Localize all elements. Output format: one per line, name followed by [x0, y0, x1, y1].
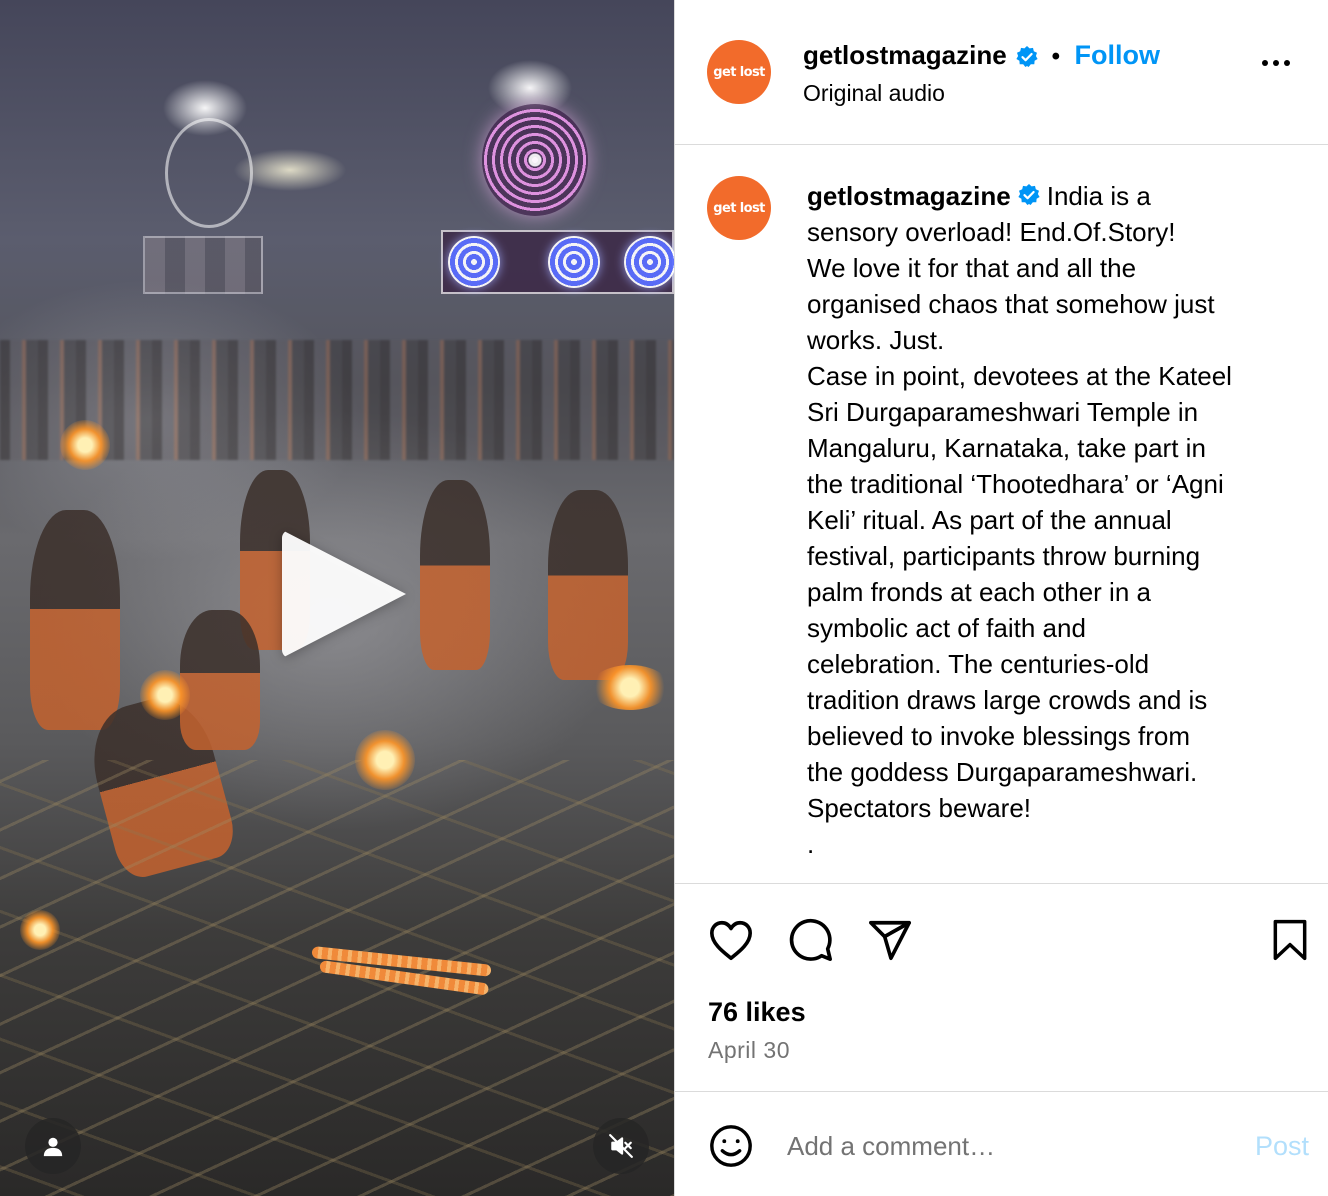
- post-header: get lost getlostmagazine • Follow Origin…: [675, 0, 1328, 145]
- caption-line: palm fronds at each other in a: [807, 577, 1151, 607]
- caption-line: Case in point, devotees at the Kateel: [807, 361, 1232, 391]
- more-options-icon[interactable]: [1262, 60, 1290, 66]
- video-person: [420, 480, 490, 670]
- avatar[interactable]: get lost: [707, 40, 771, 104]
- bookmark-icon[interactable]: [1265, 915, 1315, 965]
- video-light-panel: [143, 236, 263, 294]
- video-person: [180, 610, 260, 750]
- caption-line: organised chaos that somehow just: [807, 289, 1215, 319]
- user-tag-icon[interactable]: [25, 1118, 81, 1174]
- video-fire: [60, 420, 110, 470]
- avatar-logo-text: get lost: [713, 64, 765, 80]
- video-ground: [0, 760, 674, 1196]
- video-fire: [140, 670, 190, 720]
- verified-badge-icon: [1018, 184, 1040, 206]
- play-icon[interactable]: [282, 530, 406, 658]
- heart-icon[interactable]: [706, 915, 756, 965]
- caption-line: Spectators beware!: [807, 793, 1032, 823]
- comment-icon[interactable]: [786, 915, 836, 965]
- post-comment-button[interactable]: Post: [1255, 1131, 1309, 1162]
- caption-line: symbolic act of faith and: [807, 613, 1086, 643]
- caption-line: India is a: [1046, 181, 1151, 211]
- video-fire: [355, 730, 415, 790]
- audio-muted-icon[interactable]: [593, 1118, 649, 1174]
- emoji-icon[interactable]: [708, 1123, 754, 1174]
- caption-line: the goddess Durgaparameshwari.: [807, 757, 1198, 787]
- caption-section: get lost getlostmagazine India is a senso…: [675, 146, 1328, 884]
- avatar-logo-text: get lost: [713, 200, 765, 216]
- caption-line: tradition draws large crowds and is: [807, 685, 1208, 715]
- caption-line: sensory overload! End.Of.Story!: [807, 217, 1176, 247]
- caption-line: celebration. The centuries-old: [807, 649, 1150, 679]
- caption-line: works. Just.: [807, 325, 945, 355]
- caption-avatar[interactable]: get lost: [707, 176, 771, 240]
- caption-line: .: [807, 829, 815, 859]
- post-sidebar: get lost getlostmagazine • Follow Origin…: [675, 0, 1328, 1196]
- header-separator: •: [1051, 43, 1061, 70]
- audio-label[interactable]: Original audio: [803, 80, 945, 107]
- video-light-flower: [548, 236, 600, 288]
- caption-line: the traditional ‘Thootedhara’ or ‘Agni: [807, 469, 1224, 499]
- post-actions: 76 likes April 30: [675, 885, 1328, 1092]
- video-light-flower: [448, 236, 500, 288]
- video-light-rosette: [482, 104, 588, 216]
- caption-text: getlostmagazine India is a sensory overlo…: [807, 178, 1297, 862]
- likes-count[interactable]: 76 likes: [708, 997, 806, 1028]
- caption-first-line: getlostmagazine India is a: [807, 178, 1297, 214]
- comment-input[interactable]: [787, 1129, 1217, 1163]
- video-person: [30, 510, 120, 730]
- caption-line: Mangaluru, Karnataka, take part in: [807, 433, 1206, 463]
- post-date[interactable]: April 30: [708, 1037, 790, 1064]
- caption-line: We love it for that and all the: [807, 253, 1137, 283]
- header-username[interactable]: getlostmagazine: [803, 40, 1007, 70]
- caption-line: festival, participants throw burning: [807, 541, 1201, 571]
- share-icon[interactable]: [865, 915, 915, 965]
- more-dot: [1284, 60, 1290, 66]
- header-title-row: getlostmagazine • Follow: [803, 40, 1160, 71]
- caption-line: Sri Durgaparameshwari Temple in: [807, 397, 1199, 427]
- comment-bar: Post: [675, 1093, 1328, 1196]
- video-person: [548, 490, 628, 680]
- caption-line: Keli’ ritual. As part of the annual: [807, 505, 1172, 535]
- video-fire: [590, 665, 670, 710]
- video-fire: [20, 910, 60, 950]
- more-dot: [1273, 60, 1279, 66]
- caption-line: believed to invoke blessings from: [807, 721, 1190, 751]
- more-dot: [1262, 60, 1268, 66]
- verified-badge-icon: [1016, 45, 1038, 67]
- video-light-arch: [165, 118, 253, 228]
- video-light-flower: [624, 236, 674, 288]
- video-player[interactable]: [0, 0, 674, 1196]
- caption-username[interactable]: getlostmagazine: [807, 181, 1011, 211]
- follow-button[interactable]: Follow: [1074, 40, 1159, 70]
